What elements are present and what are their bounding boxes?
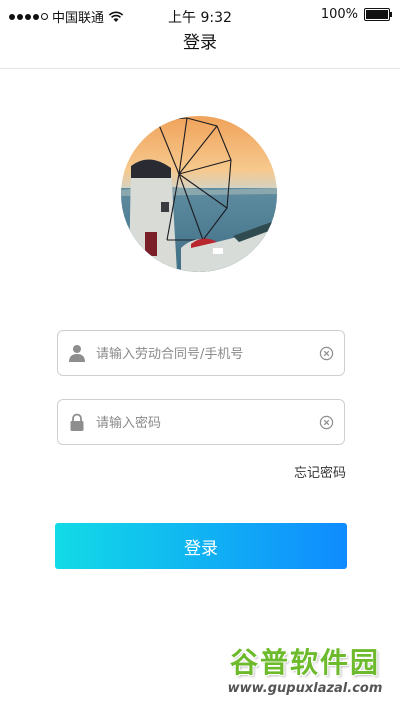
user-icon [69,345,85,362]
nav-bar: 登录 [0,30,400,69]
login-button[interactable]: 登录 [55,523,347,569]
lock-icon [70,413,84,431]
account-field [57,330,345,377]
windmill-seaside-photo [121,116,277,272]
page-title: 登录 [183,33,217,53]
forgot-password-link[interactable]: 忘记密码 [294,462,346,481]
password-field [57,399,345,446]
account-input[interactable] [94,331,314,377]
watermark-url: www.gupuxlazal.com [227,681,383,696]
password-input[interactable] [94,400,314,446]
status-right: 100% [320,7,392,22]
battery-icon [364,8,392,21]
watermark: 谷普软件园 www.gupuxlazal.com [216,646,394,706]
clear-icon[interactable] [319,346,334,361]
watermark-title: 谷普软件园 [229,646,380,679]
battery-percent: 100% [320,7,358,22]
status-bar: 中国联通 上午 9:32 100% [0,0,400,30]
clear-icon[interactable] [319,415,334,430]
